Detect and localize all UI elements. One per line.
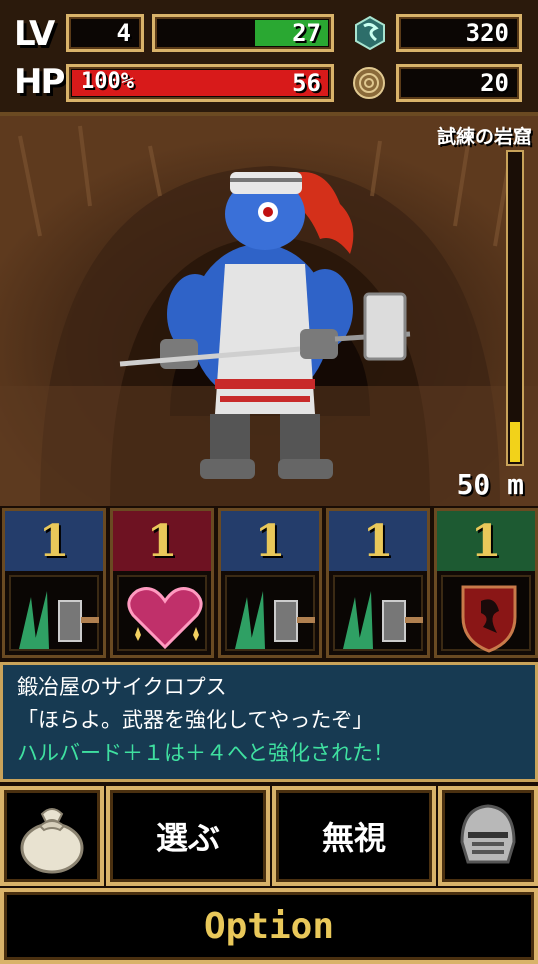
coin-count: 20 (480, 69, 509, 97)
ignore-button[interactable]: 無視 (272, 786, 436, 886)
exp-value: 27 (292, 19, 321, 47)
card-slot[interactable]: 1 (326, 508, 430, 658)
card-count: 1 (329, 511, 427, 571)
result-line: ハルバード＋１は＋４へと強化された！ (17, 741, 394, 765)
depth-gauge (506, 150, 524, 466)
location-name: 試練の岩窟 (436, 126, 532, 148)
bag-icon (20, 808, 84, 874)
equipment-button[interactable] (438, 786, 538, 886)
bag-button[interactable] (0, 786, 104, 886)
option-button[interactable]: Option (0, 888, 538, 964)
message-box: 鍛冶屋のサイクロプス 「ほらよ。武器を強化してやったぞ」 ハルバード＋１は＋４へ… (0, 662, 538, 782)
card-count: 1 (5, 511, 103, 571)
hp-percent: 100% (81, 69, 134, 94)
level-box: 4 (66, 14, 144, 52)
knight-helmet-icon (460, 804, 516, 864)
card-slot[interactable]: 1 (218, 508, 322, 658)
card-count: 1 (221, 511, 319, 571)
depth-gauge-fill (510, 422, 520, 462)
sword-slash-icon (333, 575, 423, 651)
gem-count-box: 320 (396, 14, 522, 52)
cave-scene: 試練の岩窟 50 m (0, 116, 538, 506)
hp-value: 56 (292, 69, 321, 97)
cyclops-blacksmith-sprite (119, 172, 411, 479)
depth-label: 50 m (456, 468, 524, 501)
gem-icon (354, 15, 386, 51)
card-slot[interactable]: 1 (434, 508, 538, 658)
shield-crest-icon (441, 575, 531, 653)
card-count: 1 (437, 511, 535, 571)
sword-slash-icon (9, 575, 99, 651)
sword-slash-icon (225, 575, 315, 651)
heart-icon (117, 575, 207, 651)
status-bar: LV 4 27 320 HP 100% 56 20 (0, 0, 538, 116)
coin-icon (352, 66, 386, 100)
dialogue-line: 「ほらよ。武器を強化してやったぞ」 (17, 708, 374, 732)
card-slot[interactable]: 1 (110, 508, 214, 658)
level-value: 4 (116, 19, 131, 47)
hp-label: HP (14, 62, 65, 102)
game-screen: { "status": { "lv_label": "LV", "level":… (0, 0, 538, 964)
card-slot[interactable]: 1 (2, 508, 106, 658)
choose-button[interactable]: 選ぶ (106, 786, 270, 886)
speaker-name: 鍛冶屋のサイクロプス (17, 675, 227, 699)
level-label: LV (14, 14, 55, 54)
hp-bar: 100% 56 (66, 64, 334, 102)
gem-count: 320 (465, 19, 509, 47)
coin-count-box: 20 (396, 64, 522, 102)
card-count: 1 (113, 511, 211, 571)
exp-bar: 27 (152, 14, 334, 52)
